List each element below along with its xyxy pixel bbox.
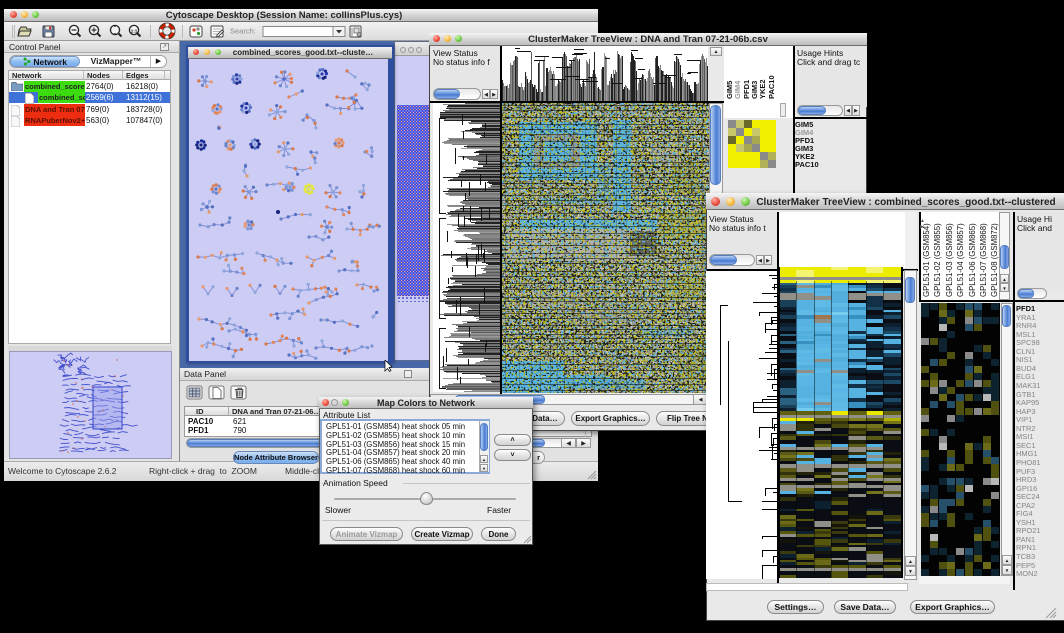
svg-text:1:1: 1:1 [131,29,138,34]
svg-text:GIM4: GIM4 [733,80,742,99]
svg-text:PAC10: PAC10 [767,75,776,99]
svg-text:YKE2: YKE2 [758,79,767,99]
svg-text:Search:: Search: [230,27,256,36]
